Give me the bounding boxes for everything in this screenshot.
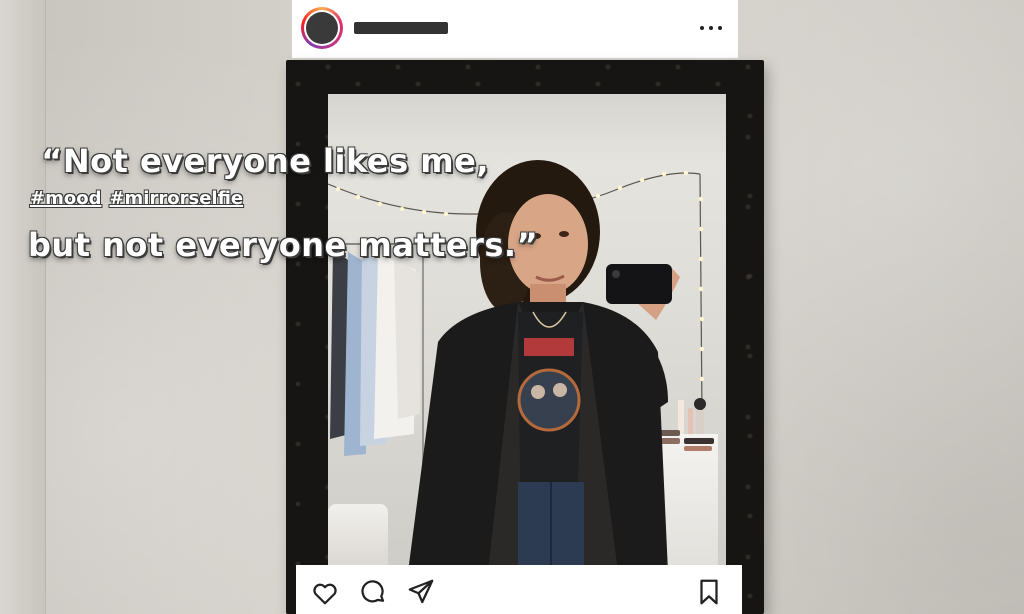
username-placeholder[interactable] [354, 22, 448, 34]
post-header [292, 0, 738, 58]
quote-line-1: “Not everyone likes me, [41, 142, 489, 180]
bookmark-icon[interactable] [694, 577, 724, 607]
quote-line-2: but not everyone matters.” [28, 226, 539, 264]
hashtag-mirrorselfie[interactable]: #mirrorselfie [109, 188, 243, 209]
avatar[interactable] [301, 7, 343, 49]
hashtag-mood[interactable]: #mood [30, 188, 101, 209]
heart-icon[interactable] [310, 577, 340, 607]
post-actions-bar [296, 565, 742, 614]
comment-icon[interactable] [358, 577, 388, 607]
send-icon[interactable] [406, 577, 436, 607]
hashtags: #mood #mirrorselfie [30, 188, 243, 209]
more-horizontal-icon[interactable] [700, 20, 722, 36]
